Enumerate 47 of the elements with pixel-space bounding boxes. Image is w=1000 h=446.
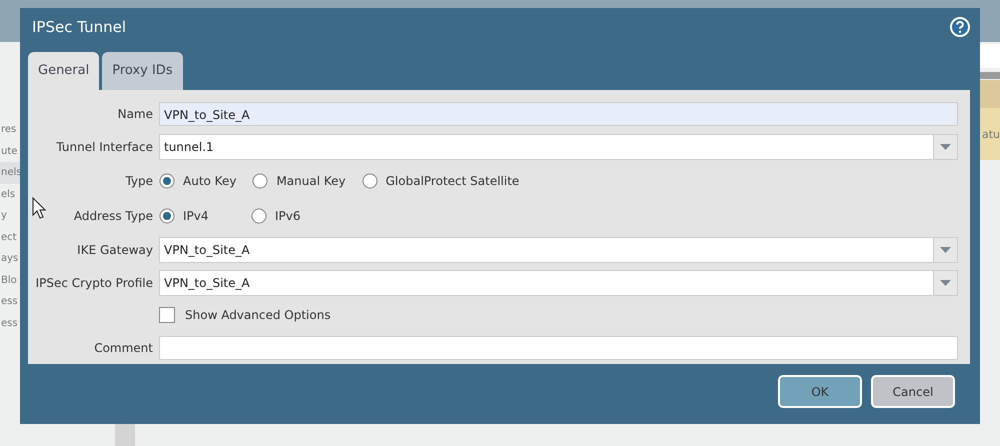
caret-icon: [940, 280, 951, 286]
text-field[interactable]: VPN_to_Site_A: [159, 102, 958, 126]
checkbox[interactable]: [159, 307, 175, 324]
help-icon[interactable]: [950, 17, 970, 37]
checkbox-label: Show Advanced Options: [185, 308, 331, 322]
dropdown-field[interactable]: VPN_to_Site_A: [159, 237, 958, 264]
field-label: Tunnel Interface: [55, 140, 154, 154]
window-title: IPSec Tunnel: [32, 18, 126, 36]
toolbar-background: [980, 44, 1000, 68]
text-field[interactable]: [159, 336, 958, 360]
radio-label: Manual Key: [276, 174, 346, 188]
scrollbar[interactable]: [115, 424, 135, 446]
radio-label: Auto Key: [183, 174, 236, 188]
field-label: Type: [124, 174, 154, 188]
field-label: Address Type: [72, 209, 154, 224]
sidebar-item[interactable]: ess: [0, 291, 20, 312]
radio-label: GlobalProtect Satellite: [386, 174, 520, 188]
radio-button[interactable]: [159, 208, 175, 224]
radio-button[interactable]: [159, 172, 175, 189]
sidebar-item[interactable]: ute: [0, 140, 20, 162]
sidebar-item[interactable]: els: [0, 184, 20, 205]
sidebar-item[interactable]: res: [0, 119, 20, 140]
field-label: IPSec Crypto Profile: [34, 276, 154, 290]
sidebar-item[interactable]: ays: [0, 248, 20, 270]
dropdown-field[interactable]: tunnel.1: [159, 134, 958, 160]
tab[interactable]: General: [28, 52, 100, 90]
cursor-icon: [32, 197, 46, 219]
ok-button[interactable]: OK: [778, 375, 862, 408]
radio-button[interactable]: [362, 172, 378, 189]
sidebar-item[interactable]: ect: [0, 226, 20, 248]
table-cell-text: atu: [981, 128, 1000, 140]
radio-label: IPv4: [183, 209, 209, 224]
field-label: Comment: [93, 340, 154, 355]
sidebar-item[interactable]: y: [0, 205, 20, 226]
caret-icon: [940, 247, 951, 254]
field-label: Name: [116, 107, 154, 122]
tab[interactable]: Proxy IDs: [102, 52, 183, 90]
dropdown-field[interactable]: VPN_to_Site_A: [159, 270, 958, 296]
radio-button[interactable]: [252, 172, 268, 189]
caret-icon: [940, 144, 951, 150]
table-header: [980, 80, 1000, 108]
radio-button[interactable]: [251, 208, 267, 224]
radio-label: IPv6: [275, 209, 301, 224]
sidebar-item[interactable]: ess: [0, 312, 20, 334]
cancel-button[interactable]: Cancel: [871, 375, 955, 408]
field-label: IKE Gateway: [76, 243, 154, 258]
sidebar-item[interactable]: Blo: [0, 270, 20, 291]
